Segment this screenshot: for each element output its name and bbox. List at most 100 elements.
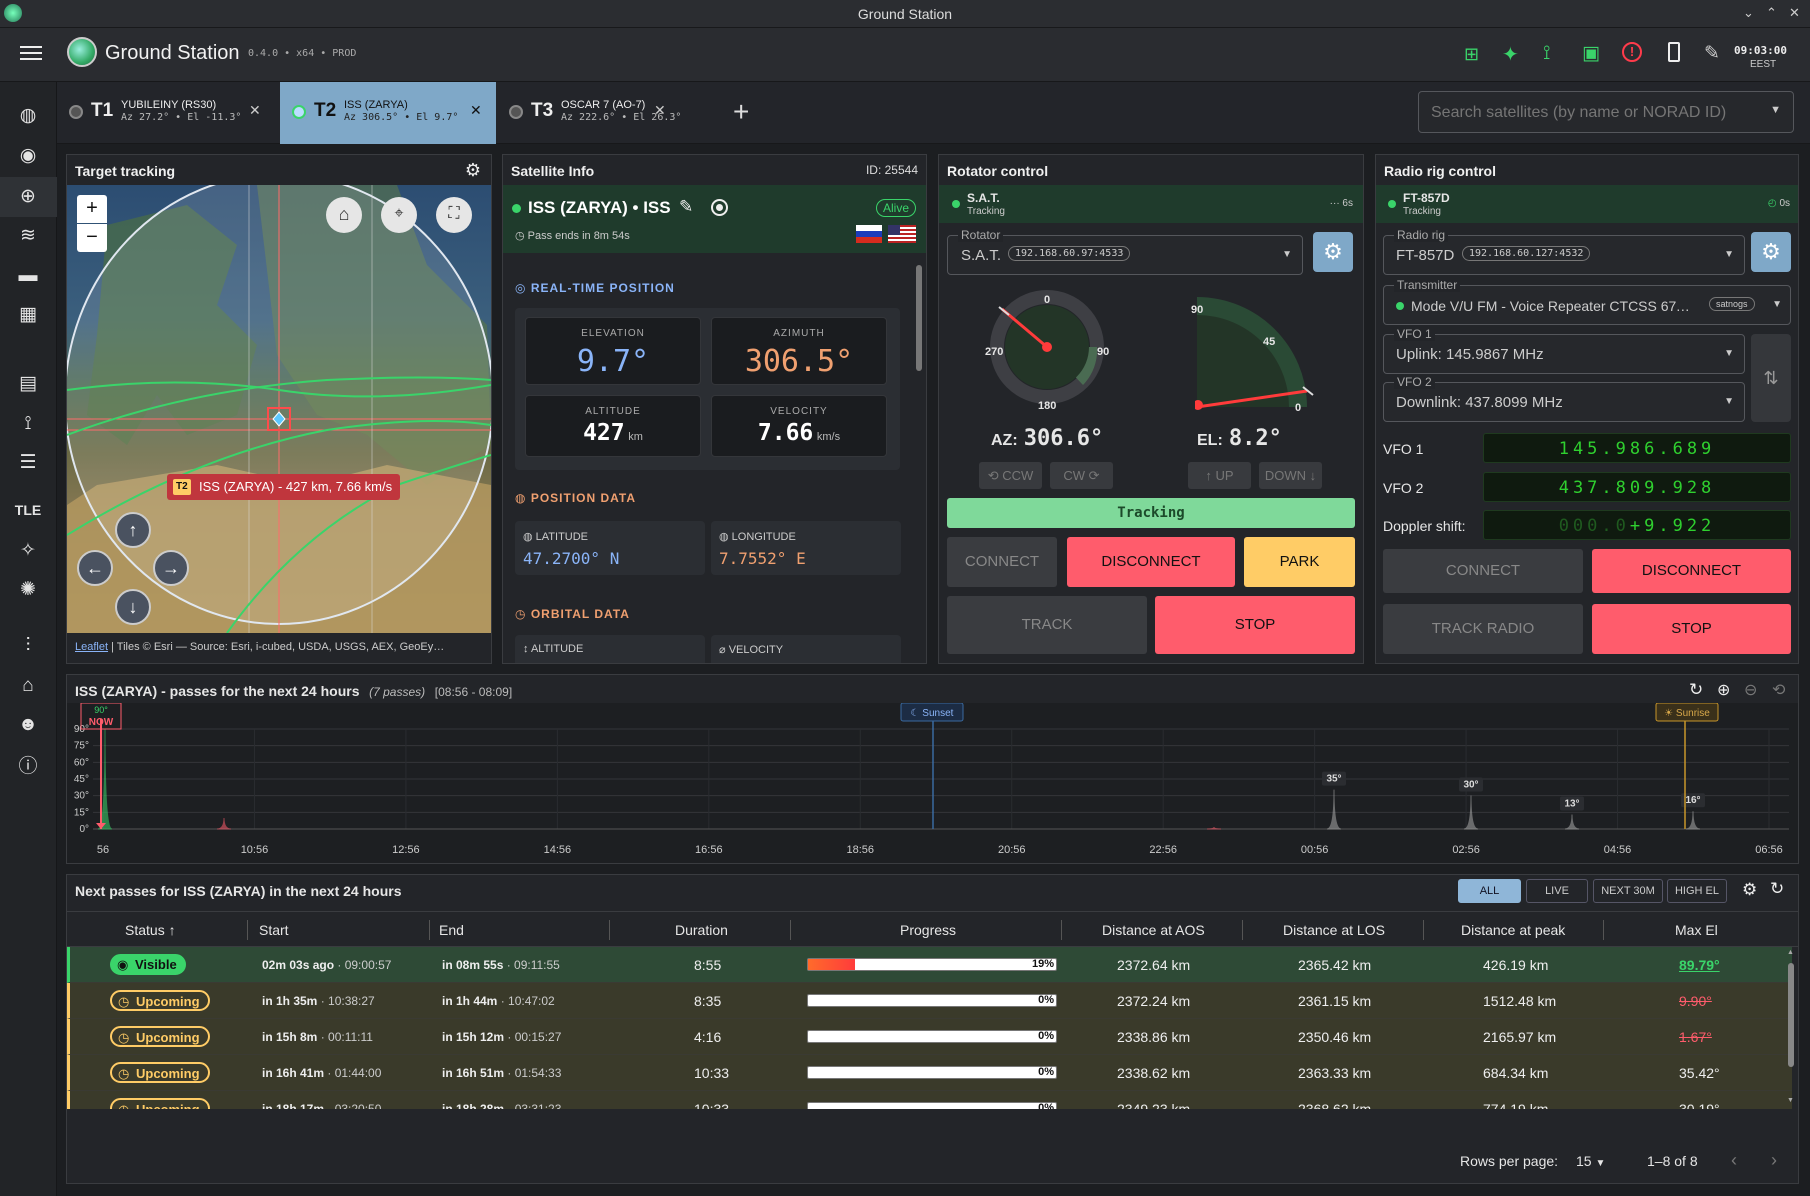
satellite-icon[interactable]: ✦ — [1502, 42, 1519, 67]
tab-t2[interactable]: T2 ISS (ZARYA) Az 306.5° • El 9.7° ✕ — [280, 82, 496, 144]
filter-highel-button[interactable]: HIGH EL — [1667, 879, 1727, 903]
table-settings-icon[interactable]: ⚙ — [1742, 880, 1757, 900]
zoom-in-button[interactable]: + — [77, 195, 107, 223]
sort-asc-icon[interactable]: ↑ — [169, 922, 176, 938]
eye-icon[interactable]: ◉ — [16, 144, 40, 168]
rotator-disconnect-button[interactable]: DISCONNECT — [1067, 537, 1235, 587]
filter-live-button[interactable]: LIVE — [1526, 879, 1588, 903]
satellite-search[interactable]: ▼ — [1418, 91, 1794, 133]
target-icon[interactable]: ⊕ — [16, 185, 40, 209]
col-status[interactable]: Status ↑ — [125, 922, 176, 938]
menu-icon[interactable] — [20, 44, 42, 62]
chevron-down-icon[interactable]: ▼ — [1724, 396, 1734, 407]
minimize-icon[interactable]: ⌄ — [1743, 5, 1754, 21]
center-map-button[interactable]: ⌖ — [381, 197, 417, 233]
track-radio-button[interactable]: TRACK RADIO — [1383, 604, 1583, 654]
chevron-down-icon[interactable]: ▼ — [1724, 249, 1734, 260]
vfo2-select[interactable]: VFO 2 Downlink: 437.8099 MHz ▼ — [1383, 375, 1745, 422]
col-los[interactable]: Distance at LOS — [1283, 922, 1385, 938]
table-refresh-icon[interactable]: ↻ — [1770, 879, 1784, 899]
waves-icon[interactable]: ≋ — [16, 224, 40, 248]
table-row[interactable]: ◷ Upcoming in 18h 17m · 03:20:50 in 18h 28m… — [67, 1091, 1792, 1109]
rotator-select[interactable]: Rotator S.A.T. 192.168.60.97:4533 ▼ — [947, 228, 1303, 275]
col-end[interactable]: End — [439, 922, 464, 938]
col-duration[interactable]: Duration — [675, 922, 728, 938]
refresh-chart-icon[interactable]: ↻ — [1689, 680, 1703, 700]
close-tab-icon[interactable]: ✕ — [654, 102, 666, 119]
chevron-down-icon[interactable]: ▼ — [1724, 348, 1734, 359]
col-progress[interactable]: Progress — [900, 922, 956, 938]
chevron-down-icon[interactable]: ▼ — [1595, 1158, 1605, 1169]
calendar-icon[interactable]: ▦ — [16, 303, 40, 327]
globe-icon[interactable]: ◍ — [16, 104, 40, 128]
rig-connect-button[interactable]: CONNECT — [1383, 549, 1583, 593]
antenna-icon[interactable]: ⟟ — [1543, 42, 1550, 65]
rig-select[interactable]: Radio rig FT-857D 192.168.60.127:4532 ▼ — [1383, 228, 1745, 275]
maximize-icon[interactable]: ⌃ — [1766, 5, 1777, 21]
close-tab-icon[interactable]: ✕ — [470, 102, 482, 119]
transmitter-select[interactable]: Transmitter Mode V/U FM - Voice Repeater… — [1383, 278, 1791, 325]
zoom-out-chart-icon[interactable]: ⊖ — [1744, 680, 1757, 700]
leaflet-link[interactable]: Leaflet — [75, 641, 108, 653]
scrollbar[interactable] — [916, 265, 922, 659]
radio-sidebar-icon[interactable]: ▤ — [16, 372, 40, 396]
search-dropdown-icon[interactable]: ▼ — [1770, 104, 1781, 116]
reset-chart-icon[interactable]: ⟲ — [1772, 680, 1785, 700]
col-maxel[interactable]: Max El — [1675, 922, 1718, 938]
next-page-icon[interactable]: › — [1771, 1150, 1777, 1171]
swap-vfo-button[interactable]: ⇅ — [1751, 334, 1791, 422]
rotator-connect-button[interactable]: CONNECT — [947, 537, 1057, 587]
radio-icon[interactable]: ▣ — [1582, 42, 1600, 65]
close-window-icon[interactable]: ✕ — [1789, 5, 1800, 21]
table-row[interactable]: ◷ Upcoming in 15h 8m · 00:11:11 in 15h 12m … — [67, 1019, 1792, 1055]
rows-per-page-select[interactable]: 15 ▼ — [1576, 1153, 1605, 1169]
tab-t3[interactable]: T3 OSCAR 7 (AO-7) Az 222.6° • El 26.3° ✕ — [497, 82, 687, 144]
phone-icon[interactable] — [1668, 42, 1680, 62]
users-icon[interactable]: ☻ — [16, 713, 40, 737]
col-peak[interactable]: Distance at peak — [1461, 922, 1565, 938]
pan-right-button[interactable]: → — [153, 550, 189, 586]
table-row[interactable]: ◷ Upcoming in 16h 41m · 01:44:00 in 16h 51m… — [67, 1055, 1792, 1091]
pan-down-button[interactable]: ↓ — [115, 589, 151, 625]
rotator-settings-button[interactable]: ⚙ — [1313, 232, 1353, 272]
edit-icon[interactable]: ✎ — [1704, 42, 1720, 65]
rotator-stop-button[interactable]: STOP — [1155, 596, 1355, 654]
satellite-sidebar-icon[interactable]: ✧ — [16, 539, 40, 563]
settings-gear-icon[interactable]: ⚙ — [465, 160, 481, 181]
table-scrollbar[interactable]: ▲ ▼ — [1786, 947, 1796, 1109]
zoom-chart-icon[interactable]: ⊕ — [1717, 680, 1730, 700]
home-gear-icon[interactable]: ⌂ — [16, 674, 40, 698]
orbit-icon[interactable]: ✺ — [16, 578, 40, 602]
rotator-track-button[interactable]: TRACK — [947, 596, 1147, 654]
alert-icon[interactable]: ! — [1622, 42, 1642, 62]
table-row[interactable]: ◷ Upcoming in 1h 35m · 10:38:27 in 1h 44m ·… — [67, 983, 1792, 1019]
edit-sat-icon[interactable]: ✎ — [679, 197, 693, 217]
col-start[interactable]: Start — [259, 922, 289, 938]
list-icon[interactable]: ☰ — [16, 451, 40, 475]
table-row[interactable]: ◉ Visible 02m 03s ago · 09:00:57 in 08m 55s… — [67, 947, 1792, 983]
search-input[interactable] — [1431, 102, 1751, 124]
fullscreen-button[interactable]: ⛶ — [436, 197, 472, 233]
folder-icon[interactable]: ▬ — [16, 264, 40, 288]
vfo1-select[interactable]: VFO 1 Uplink: 145.9867 MHz ▼ — [1383, 327, 1745, 374]
filter-all-button[interactable]: ALL — [1458, 879, 1521, 903]
prev-page-icon[interactable]: ‹ — [1731, 1150, 1737, 1171]
pan-up-button[interactable]: ↑ — [115, 512, 151, 548]
close-tab-icon[interactable]: ✕ — [249, 102, 261, 119]
rig-disconnect-button[interactable]: DISCONNECT — [1592, 549, 1791, 593]
pan-left-button[interactable]: ← — [77, 550, 113, 586]
rig-stop-button[interactable]: STOP — [1592, 604, 1791, 654]
ccw-button[interactable]: ⟲ CCW — [979, 462, 1042, 489]
zoom-out-button[interactable]: − — [77, 224, 107, 252]
up-button[interactable]: ↑ UP — [1188, 462, 1251, 489]
chevron-down-icon[interactable]: ▼ — [1282, 249, 1292, 260]
col-aos[interactable]: Distance at AOS — [1102, 922, 1205, 938]
add-tab-icon[interactable]: + — [733, 96, 749, 128]
info-icon[interactable]: ⓘ — [16, 755, 40, 779]
hardware-tree-icon[interactable]: ⊞ — [1464, 44, 1479, 65]
dish-icon[interactable]: ⟟ — [16, 412, 40, 436]
filter-next30m-button[interactable]: NEXT 30M — [1593, 879, 1663, 903]
rig-settings-button[interactable]: ⚙ — [1751, 232, 1791, 272]
tab-t1[interactable]: T1 YUBILEINY (RS30) Az 27.2° • El -11.3°… — [57, 82, 279, 144]
down-button[interactable]: DOWN ↓ — [1259, 462, 1322, 489]
